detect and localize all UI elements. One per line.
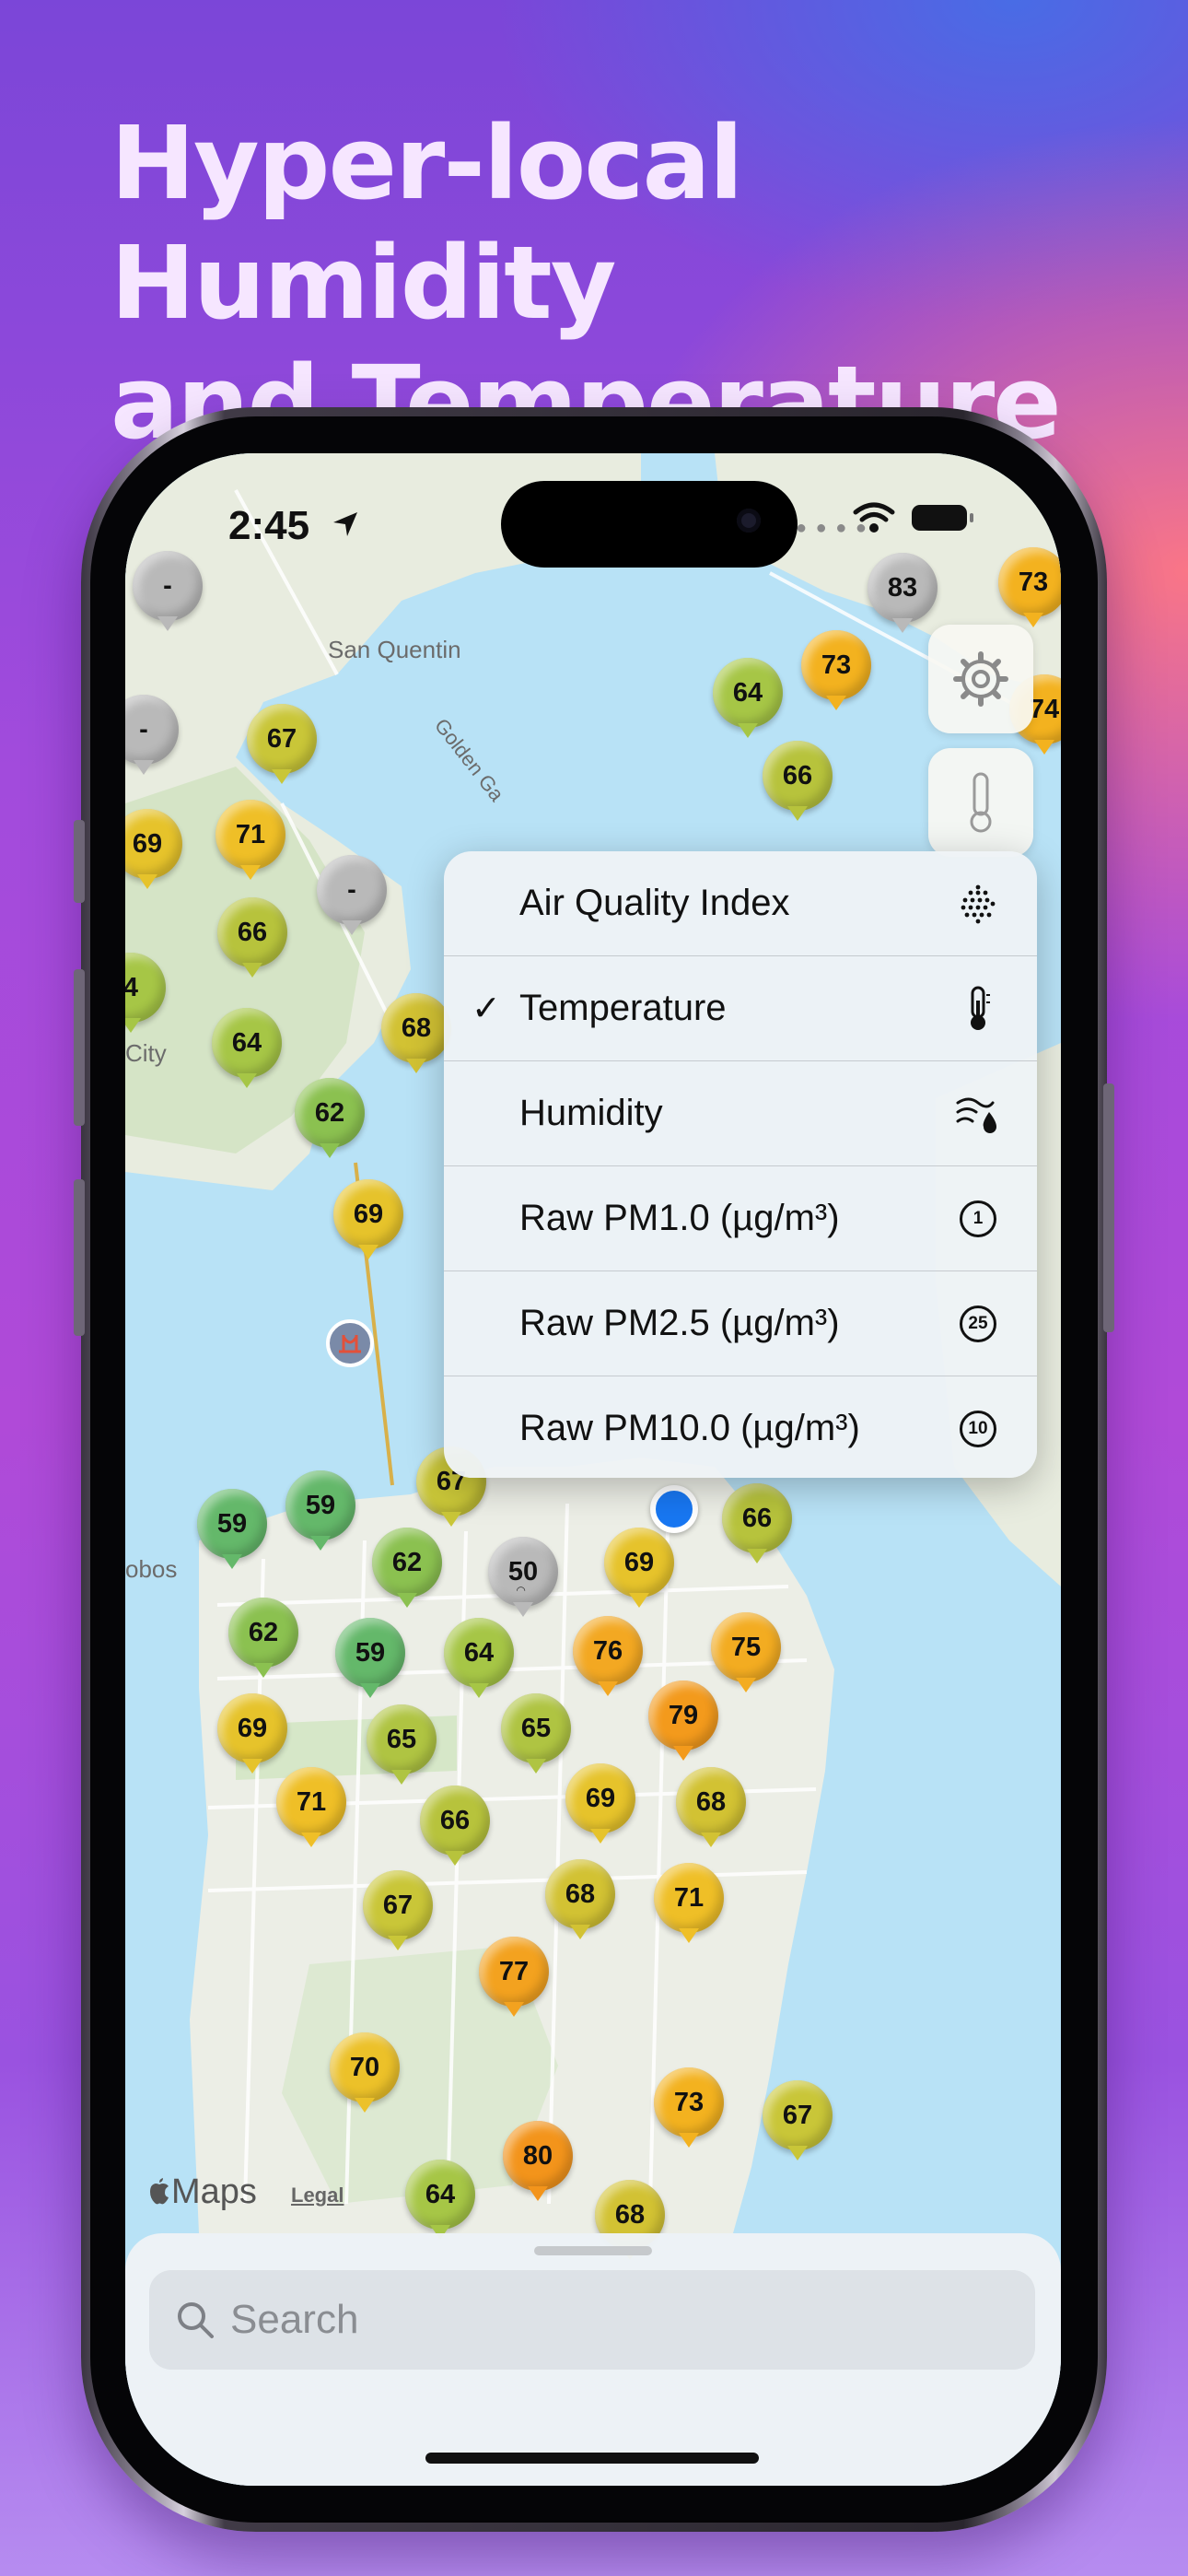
sensor-pin[interactable]: 66 — [420, 1786, 490, 1866]
sensor-pin[interactable]: 67 — [247, 704, 317, 784]
sensor-pin[interactable]: - — [317, 855, 387, 935]
sensor-pin[interactable]: 66 — [763, 741, 833, 821]
sensor-pin[interactable]: 67 — [363, 1870, 433, 1950]
maps-label: Maps — [171, 2172, 257, 2211]
layer-menu: Air Quality Index ✓ Temperature Humidity — [444, 851, 1037, 1478]
sensor-pin[interactable]: 69 — [333, 1179, 403, 1259]
golden-gate-landmark-icon[interactable] — [326, 1319, 374, 1367]
menu-item-raw-pm25[interactable]: Raw PM2.5 (µg/m³) 25 — [444, 1271, 1037, 1376]
menu-item-raw-pm1[interactable]: Raw PM1.0 (µg/m³) 1 — [444, 1166, 1037, 1271]
sensor-pin[interactable]: 66 — [722, 1483, 792, 1563]
sensor-pin[interactable]: 62 — [228, 1598, 298, 1678]
pm1-icon: 1 — [956, 1197, 1000, 1241]
sensor-pin[interactable]: 77 — [479, 1937, 549, 2017]
thermometer-icon — [970, 772, 992, 833]
sheet-grabber[interactable] — [534, 2246, 652, 2255]
sensor-pin[interactable]: 71 — [276, 1767, 346, 1847]
sensor-pin[interactable]: 68 — [381, 993, 451, 1073]
menu-item-raw-pm10[interactable]: Raw PM10.0 (µg/m³) 10 — [444, 1376, 1037, 1478]
sensor-pin[interactable]: 73 — [998, 547, 1061, 627]
power-button — [1103, 1083, 1114, 1332]
headline-line-1: Hyper-local Humidity — [111, 104, 743, 342]
map-label-san-quentin: San Quentin — [328, 636, 461, 663]
thermometer-icon — [956, 986, 1000, 1031]
sensor-pin[interactable]: 59 — [285, 1470, 355, 1551]
dynamic-island — [501, 481, 798, 568]
sensor-pin[interactable]: - — [133, 551, 203, 631]
sensor-pin[interactable]: 62 — [295, 1078, 365, 1158]
sensor-pin[interactable]: 65 — [367, 1704, 437, 1785]
volume-up-button — [74, 969, 85, 1126]
mute-switch — [74, 820, 85, 903]
status-time: 2:45 — [228, 503, 310, 548]
sensor-pin[interactable]: 64 — [713, 658, 783, 738]
search-bar[interactable] — [149, 2270, 1035, 2370]
menu-item-label: Raw PM10.0 (µg/m³) — [519, 1408, 860, 1448]
front-camera — [737, 509, 761, 533]
sensor-pin[interactable]: 64 — [212, 1008, 282, 1088]
pm25-icon: 25 — [956, 1302, 1000, 1346]
sensor-pin[interactable]: 65 — [501, 1693, 571, 1774]
sensor-pin[interactable]: 75 — [711, 1612, 781, 1692]
battery-icon — [912, 505, 973, 531]
sensor-pin[interactable]: 59 — [335, 1618, 405, 1698]
sensor-pin[interactable]: 69 — [604, 1528, 674, 1608]
sensor-pin[interactable]: 71 — [215, 800, 285, 880]
apple-logo-icon — [150, 2178, 169, 2205]
sensor-pin[interactable]: 71 — [654, 1863, 724, 1943]
menu-item-air-quality-index[interactable]: Air Quality Index — [444, 851, 1037, 956]
bottom-sheet[interactable] — [125, 2233, 1061, 2486]
sensor-pin[interactable]: 59 — [197, 1489, 267, 1569]
sensor-pin[interactable]: 68 — [676, 1767, 746, 1847]
apple-maps-logo: Maps — [147, 2172, 257, 2212]
sensor-pin[interactable]: 83 — [868, 553, 938, 633]
menu-item-label: Raw PM1.0 (µg/m³) — [519, 1198, 840, 1238]
map-label-lobos: obos — [125, 1555, 178, 1583]
search-icon — [178, 2302, 214, 2338]
legal-link[interactable]: Legal — [291, 2184, 344, 2207]
wifi-indicator-icon: ◠ — [517, 1584, 526, 1597]
sensor-pin[interactable]: 70 — [330, 2032, 400, 2113]
sensor-pin[interactable]: 68 — [545, 1859, 615, 1939]
dots-grid-icon — [956, 882, 1000, 926]
sensor-pin[interactable]: 73 — [801, 630, 871, 710]
pm25-badge: 25 — [960, 1305, 996, 1342]
pm10-icon: 10 — [956, 1407, 1000, 1451]
pm1-badge: 1 — [960, 1200, 996, 1237]
sensor-pin[interactable]: 64 — [444, 1618, 514, 1698]
settings-button[interactable] — [928, 625, 1033, 733]
menu-item-humidity[interactable]: Humidity — [444, 1061, 1037, 1166]
sensor-pin[interactable]: 50 ◠ — [488, 1537, 558, 1617]
sensor-pin[interactable]: 80 — [503, 2121, 573, 2201]
home-indicator[interactable] — [425, 2453, 759, 2464]
humidity-icon — [956, 1092, 1000, 1136]
volume-down-button — [74, 1179, 85, 1336]
sensor-pin[interactable]: 73 — [654, 2067, 724, 2148]
menu-item-label: Temperature — [519, 988, 727, 1028]
wifi-icon — [853, 502, 895, 533]
sensor-pin[interactable]: 64 — [405, 2160, 475, 2240]
pm10-badge: 10 — [960, 1410, 996, 1447]
menu-item-label: Raw PM2.5 (µg/m³) — [519, 1303, 840, 1343]
phone-screen: San Quentin Golden Ga City obos - 83 73 … — [125, 453, 1061, 2486]
layer-button[interactable] — [928, 748, 1033, 857]
search-input[interactable] — [228, 2296, 969, 2344]
menu-item-temperature[interactable]: ✓ Temperature — [444, 956, 1037, 1061]
sensor-pin[interactable]: 69 — [565, 1763, 635, 1844]
menu-item-label: Air Quality Index — [519, 883, 790, 923]
sensor-pin[interactable]: 62 — [372, 1528, 442, 1608]
sensor-pin[interactable]: 67 — [763, 2080, 833, 2160]
menu-item-label: Humidity — [519, 1093, 663, 1133]
sensor-pin[interactable]: 69 — [217, 1693, 287, 1774]
gear-icon — [953, 651, 1008, 707]
sensor-pin[interactable]: 66 — [217, 897, 287, 978]
sensor-pin[interactable]: 79 — [648, 1680, 718, 1761]
map-label-city: City — [125, 1039, 167, 1067]
user-location-dot — [650, 1485, 698, 1533]
sensor-pin[interactable]: 76 — [573, 1616, 643, 1696]
location-arrow-icon — [333, 512, 357, 536]
checkmark-icon: ✓ — [472, 989, 501, 1028]
